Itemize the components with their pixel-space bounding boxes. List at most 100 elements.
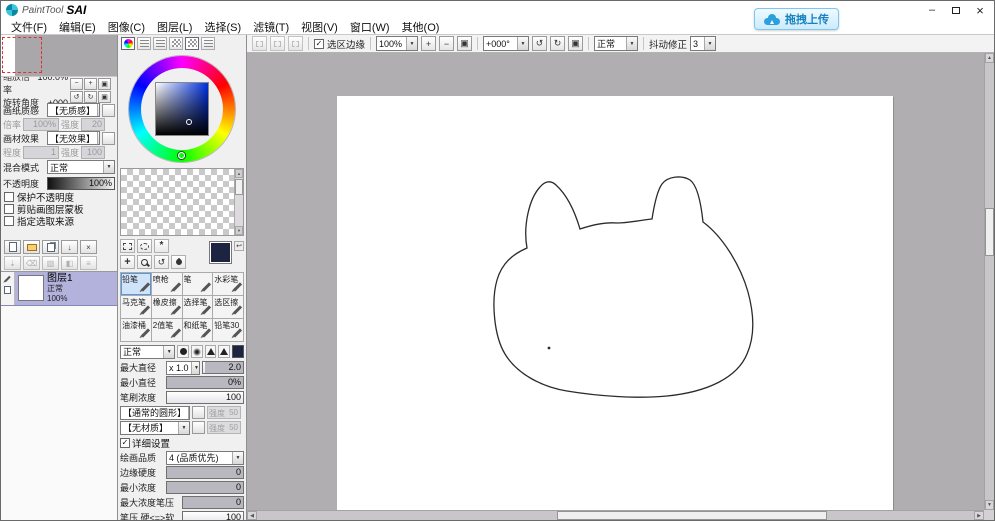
new-layer-button[interactable]	[4, 240, 21, 254]
selection-rotate-button[interactable]	[288, 36, 303, 51]
menu-view[interactable]: 视图(V)	[295, 18, 344, 36]
vertical-scroll-thumb[interactable]	[985, 208, 994, 256]
paper-effect-select[interactable]: 【无效果】	[47, 131, 100, 145]
max-diameter-slider[interactable]: 2.0	[202, 361, 244, 374]
minimize-button[interactable]: –	[920, 2, 944, 18]
layer-options-button[interactable]: ≡	[80, 256, 97, 270]
navigator-viewport-rect[interactable]	[2, 37, 42, 73]
vertical-scrollbar[interactable]: ▲ ▼	[984, 53, 994, 510]
zoom-reset-button[interactable]: ▣	[98, 78, 111, 90]
canvas-document[interactable]	[337, 96, 893, 511]
swap-colors-button[interactable]: ↩	[234, 241, 244, 251]
advanced-settings-checkbox[interactable]: 详细设置	[118, 435, 246, 450]
layer-visibility-strip[interactable]	[1, 272, 15, 305]
scroll-up-icon[interactable]: ▲	[235, 169, 243, 178]
brush-tip-bristle-button[interactable]	[218, 345, 230, 358]
rotate-ccw-button[interactable]: ↺	[70, 91, 83, 103]
selection-source-checkbox[interactable]: 指定选取来源	[1, 215, 117, 227]
scroll-thumb[interactable]	[235, 179, 243, 195]
tool-select-pen[interactable]: 选择笔	[183, 296, 214, 319]
min-diameter-slider[interactable]: 0%	[166, 376, 244, 389]
paint-mode-select[interactable]: 正常	[594, 36, 638, 51]
scratchpad-canvas[interactable]: ▲ ▼	[120, 168, 244, 236]
scroll-right-icon[interactable]: ▶	[974, 511, 984, 520]
brush-texture-select[interactable]: 【无材质】	[120, 421, 190, 435]
toolbar-zoom-out-button[interactable]: −	[439, 36, 454, 51]
close-button[interactable]: ×	[968, 2, 992, 18]
pen-pressure-slider[interactable]: 100	[182, 511, 244, 520]
zoom-out-button[interactable]: −	[70, 78, 83, 90]
min-density-slider[interactable]: 0	[166, 481, 244, 494]
maximize-button[interactable]	[944, 2, 968, 18]
scratchpad-tab[interactable]	[201, 37, 215, 50]
swatches-tab[interactable]	[185, 37, 199, 50]
rect-select-tool[interactable]	[120, 239, 135, 253]
foreground-color-swatch[interactable]	[209, 241, 232, 264]
tool-pencil30[interactable]: 铅笔30	[213, 319, 244, 342]
brush-density-slider[interactable]: 100	[166, 391, 244, 404]
zoom-in-button[interactable]: +	[84, 78, 97, 90]
toolbar-rotate-cw-button[interactable]: ↻	[550, 36, 565, 51]
navigator-preview[interactable]	[1, 35, 117, 77]
paper-texture-select[interactable]: 【无质感】	[47, 103, 100, 117]
zoom-level-select[interactable]: 100%	[376, 36, 418, 51]
paper-texture-invert-button[interactable]	[102, 104, 115, 117]
tool-paper-pen[interactable]: 和纸笔	[183, 319, 214, 342]
scroll-down-icon[interactable]: ▼	[985, 500, 994, 510]
selection-transform-button[interactable]	[252, 36, 267, 51]
view-angle-select[interactable]: +000°	[483, 36, 529, 51]
duplicate-layer-button[interactable]	[42, 240, 59, 254]
menu-layer[interactable]: 图层(L)	[151, 18, 198, 36]
tool-eraser[interactable]: 橡皮擦	[152, 296, 183, 319]
drag-upload-button[interactable]: 拖拽上传	[754, 8, 839, 30]
scroll-left-icon[interactable]: ◀	[247, 511, 257, 520]
selection-scale-button[interactable]	[270, 36, 285, 51]
tool-airbrush[interactable]: 喷枪	[152, 273, 183, 296]
delete-layer-button[interactable]: ×	[80, 240, 97, 254]
scroll-up-icon[interactable]: ▲	[985, 53, 994, 63]
menu-edit[interactable]: 编辑(E)	[53, 18, 102, 36]
brush-shape-invert-button[interactable]	[192, 406, 205, 419]
brush-texture-invert-button[interactable]	[192, 421, 205, 434]
lasso-tool[interactable]	[137, 239, 152, 253]
toolbar-zoom-reset-button[interactable]: ▣	[457, 36, 472, 51]
toolbar-rotate-ccw-button[interactable]: ↺	[532, 36, 547, 51]
rotate-cw-button[interactable]: ↻	[84, 91, 97, 103]
rgb-sliders-tab[interactable]	[137, 37, 151, 50]
layer-thumbnail[interactable]	[18, 275, 44, 301]
toolbar-zoom-in-button[interactable]: +	[421, 36, 436, 51]
toolbar-rotate-reset-button[interactable]: ▣	[568, 36, 583, 51]
tool-select-eraser[interactable]: 选区擦	[213, 296, 244, 319]
menu-select[interactable]: 选择(S)	[198, 18, 247, 36]
eyedropper-tool[interactable]	[171, 255, 186, 269]
tool-binary-pen[interactable]: 2值笔	[152, 319, 183, 342]
hue-ring[interactable]	[129, 56, 235, 162]
tool-pen[interactable]: 笔	[183, 273, 214, 296]
rotate-view-tool[interactable]: ↺	[154, 255, 169, 269]
max-density-pressure-slider[interactable]: 0	[182, 496, 244, 509]
horizontal-scrollbar[interactable]: ◀ ▶	[247, 510, 984, 520]
layer-opacity-slider[interactable]: 100%	[47, 177, 115, 190]
new-layer-set-button[interactable]	[23, 240, 40, 254]
menu-file[interactable]: 文件(F)	[5, 18, 53, 36]
paint-quality-select[interactable]: 4 (品质优先)	[166, 451, 244, 465]
zoom-tool[interactable]	[137, 255, 152, 269]
brush-blend-select[interactable]: 正常	[120, 345, 175, 359]
diameter-unit-select[interactable]: x 1.0	[166, 361, 200, 375]
tool-pencil[interactable]: 铅笔	[121, 273, 152, 296]
menu-others[interactable]: 其他(O)	[396, 18, 446, 36]
paper-effect-invert-button[interactable]	[102, 132, 115, 145]
saturation-value-square[interactable]	[155, 82, 209, 136]
menu-canvas[interactable]: 图像(C)	[102, 18, 151, 36]
stabilizer-select[interactable]: 3	[690, 36, 716, 51]
brush-shape-select[interactable]: 【通常的圆形】	[120, 406, 190, 420]
hsv-sliders-tab[interactable]	[153, 37, 167, 50]
rotate-reset-button[interactable]: ▣	[98, 91, 111, 103]
layer-mask-button[interactable]: ◧	[61, 256, 78, 270]
tool-watercolor[interactable]: 水彩笔	[213, 273, 244, 296]
transfer-down-button[interactable]: ⇣	[4, 256, 21, 270]
scratchpad-scrollbar[interactable]: ▲ ▼	[234, 169, 243, 235]
layer-row-selected[interactable]: 图层1 正常 100%	[1, 272, 117, 306]
menu-window[interactable]: 窗口(W)	[344, 18, 396, 36]
tool-bucket[interactable]: 油漆桶	[121, 319, 152, 342]
